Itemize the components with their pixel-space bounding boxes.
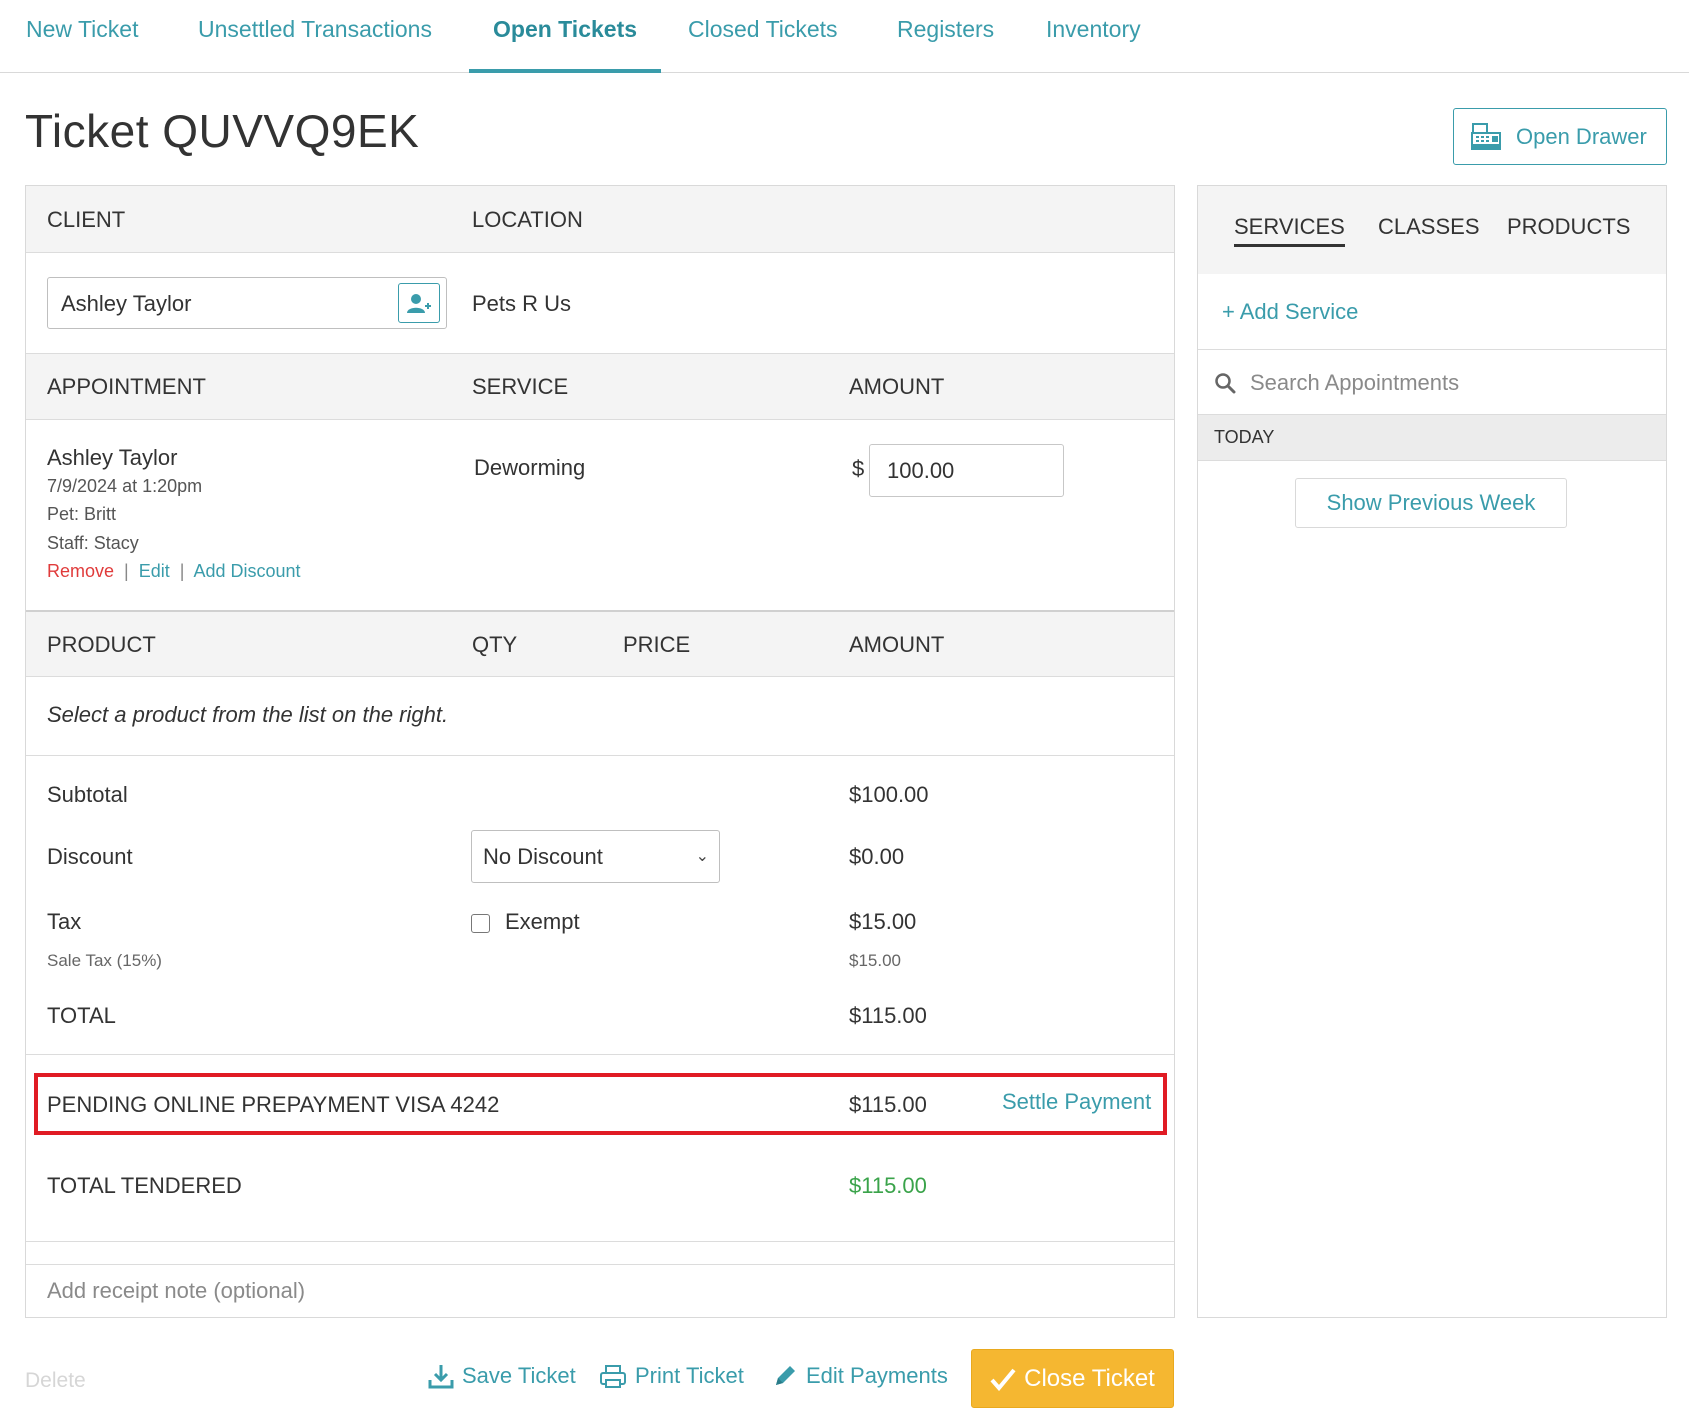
receipt-note-input[interactable]: Add receipt note (optional) <box>26 1264 1174 1318</box>
catalog-tabs: SERVICES CLASSES PRODUCTS <box>1198 186 1666 274</box>
discount-select[interactable]: No Discount ⌄ <box>471 830 720 883</box>
discount-label: Discount <box>47 844 133 869</box>
show-previous-week-button[interactable]: Show Previous Week <box>1295 478 1567 528</box>
appointment-pet: Pet: Britt <box>47 504 117 524</box>
close-ticket-button[interactable]: Close Ticket <box>971 1349 1174 1408</box>
tab-registers[interactable]: Registers <box>897 0 994 73</box>
subtotal-label: Subtotal <box>47 782 128 807</box>
appointment-col-header: APPOINTMENT <box>47 374 206 399</box>
page-title: Ticket QUVVQ9EK <box>25 105 420 157</box>
tab-closed-tickets[interactable]: Closed Tickets <box>688 0 838 73</box>
total-tendered-value: $115.00 <box>849 1173 927 1198</box>
appointment-staff: Staff: Stacy <box>47 533 139 553</box>
edit-link[interactable]: Edit <box>139 561 170 581</box>
divider <box>26 755 1174 756</box>
price-col-header: PRICE <box>623 632 691 657</box>
edit-payments-button[interactable]: Edit Payments <box>772 1363 948 1389</box>
tab-open-tickets[interactable]: Open Tickets <box>469 0 662 73</box>
location-value: Pets R Us <box>472 291 572 316</box>
discount-value: $0.00 <box>849 844 905 869</box>
currency-symbol: $ <box>852 456 865 481</box>
amount-col-header: AMOUNT <box>849 374 945 399</box>
separator: | <box>174 561 190 581</box>
client-header: CLIENT <box>47 207 126 232</box>
product-amount-col-header: AMOUNT <box>849 632 945 657</box>
tab-new-ticket[interactable]: New Ticket <box>26 0 138 73</box>
tax-exempt-checkbox[interactable] <box>471 914 490 933</box>
appointment-actions: Remove | Edit | Add Discount <box>47 561 301 582</box>
client-field[interactable]: Ashley Taylor <box>47 277 447 329</box>
search-appointments-input[interactable]: Search Appointments <box>1198 349 1666 414</box>
sale-tax-value: $15.00 <box>849 951 901 970</box>
search-icon <box>1215 373 1236 394</box>
pending-prepayment-value: $115.00 <box>849 1092 927 1117</box>
product-empty-message: Select a product from the list on the ri… <box>47 702 449 727</box>
appointment-service: Deworming <box>474 455 586 480</box>
product-col-header: PRODUCT <box>47 632 156 657</box>
tab-services[interactable]: SERVICES <box>1234 214 1345 247</box>
chevron-down-icon: ⌄ <box>695 848 709 865</box>
remove-link[interactable]: Remove <box>47 561 114 581</box>
qty-col-header: QTY <box>472 632 518 657</box>
add-client-button[interactable] <box>398 283 440 323</box>
top-nav: New Ticket Unsettled Transactions Open T… <box>0 0 1689 73</box>
location-header: LOCATION <box>472 207 583 232</box>
checkmark-icon <box>990 1368 1016 1391</box>
exempt-label: Exempt <box>505 909 580 934</box>
discount-select-value: No Discount <box>483 844 603 869</box>
appointment-datetime: 7/9/2024 at 1:20pm <box>47 476 203 496</box>
close-ticket-label: Close Ticket <box>1024 1364 1155 1392</box>
download-icon <box>428 1365 454 1389</box>
edit-payments-label: Edit Payments <box>806 1363 948 1388</box>
printer-icon <box>600 1365 626 1388</box>
pencil-icon <box>776 1366 795 1385</box>
divider <box>26 1241 1174 1242</box>
sale-tax-label: Sale Tax (15%) <box>47 951 162 970</box>
save-ticket-button[interactable]: Save Ticket <box>428 1363 576 1389</box>
print-ticket-label: Print Ticket <box>635 1363 744 1388</box>
tab-classes[interactable]: CLASSES <box>1378 214 1480 240</box>
total-tendered-label: TOTAL TENDERED <box>47 1173 242 1198</box>
client-location-header: CLIENT LOCATION <box>26 186 1174 253</box>
search-placeholder: Search Appointments <box>1250 370 1460 395</box>
appointment-header: APPOINTMENT SERVICE AMOUNT <box>26 353 1174 420</box>
delete-button[interactable]: Delete <box>25 1369 86 1393</box>
ticket-panel: CLIENT LOCATION Ashley Taylor Pets R Us … <box>25 185 1175 1318</box>
open-drawer-label: Open Drawer <box>1516 123 1647 149</box>
settle-payment-link[interactable]: Settle Payment <box>1002 1089 1151 1115</box>
print-ticket-button[interactable]: Print Ticket <box>599 1363 744 1389</box>
total-value: $115.00 <box>849 1003 927 1028</box>
subtotal-value: $100.00 <box>849 782 929 807</box>
open-drawer-button[interactable]: Open Drawer <box>1453 108 1667 165</box>
tab-products[interactable]: PRODUCTS <box>1507 214 1630 240</box>
client-value: Ashley Taylor <box>61 291 192 316</box>
total-label: TOTAL <box>47 1003 116 1028</box>
product-header: PRODUCT QTY PRICE AMOUNT <box>26 610 1174 677</box>
separator: | <box>119 561 134 581</box>
tax-label: Tax <box>47 909 82 934</box>
tax-value: $15.00 <box>849 909 917 934</box>
tab-unsettled-transactions[interactable]: Unsettled Transactions <box>198 0 432 73</box>
cash-register-icon <box>1471 122 1501 150</box>
add-service-link[interactable]: + Add Service <box>1222 299 1358 325</box>
service-amount-input[interactable]: 100.00 <box>869 444 1064 497</box>
service-col-header: SERVICE <box>472 374 569 399</box>
tab-inventory[interactable]: Inventory <box>1046 0 1141 73</box>
pending-prepayment-label: PENDING ONLINE PREPAYMENT VISA 4242 <box>47 1092 500 1117</box>
save-ticket-label: Save Ticket <box>462 1363 576 1388</box>
catalog-panel: SERVICES CLASSES PRODUCTS + Add Service … <box>1197 185 1667 1318</box>
divider <box>26 1054 1174 1055</box>
appointment-client: Ashley Taylor <box>47 445 178 470</box>
add-discount-link[interactable]: Add Discount <box>194 561 301 581</box>
today-section-header: TODAY <box>1198 414 1666 461</box>
add-user-icon <box>407 294 431 313</box>
